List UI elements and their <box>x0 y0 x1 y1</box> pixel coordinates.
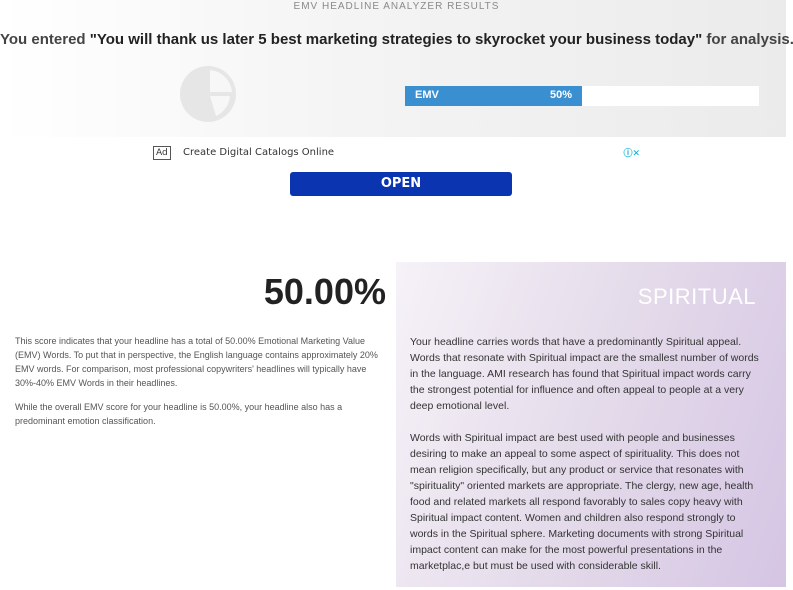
score-description: This score indicates that your headline … <box>15 334 385 438</box>
ad-open-button[interactable]: OPEN <box>290 172 512 196</box>
score-paragraph: While the overall EMV score for your hea… <box>15 402 343 426</box>
results-header-band <box>0 0 786 137</box>
emv-label: EMV <box>415 89 439 101</box>
pie-chart-icon <box>180 66 236 122</box>
results-title: EMV HEADLINE ANALYZER RESULTS <box>293 1 500 12</box>
emotion-paragraph: Your headline carries words that have a … <box>410 336 759 412</box>
ad-text[interactable]: Create Digital Catalogs Online <box>183 147 334 158</box>
entered-headline: You entered "You will thank us later 5 b… <box>0 31 793 48</box>
ad-banner[interactable]: Ad Create Digital Catalogs Online ⓘ✕ <box>153 146 640 162</box>
headline-text: "You will thank us later 5 best marketin… <box>89 31 703 48</box>
adchoices-close-icon[interactable]: ⓘ✕ <box>623 146 640 159</box>
entered-prefix: You entered <box>0 31 90 48</box>
entered-suffix: for analysis. <box>702 31 793 48</box>
emv-percent: 50% <box>550 89 573 101</box>
emotion-description: Your headline carries words that have a … <box>410 334 766 590</box>
emotion-title: SPIRITUAL <box>637 284 756 309</box>
emv-progress-bar: EMV 50% <box>405 86 759 106</box>
emv-score-value: 50.00% <box>263 271 386 312</box>
ad-badge: Ad <box>153 146 171 160</box>
emotion-paragraph: Words with Spiritual impact are best use… <box>410 432 754 572</box>
score-paragraph: This score indicates that your headline … <box>15 336 378 388</box>
emotion-panel: SPIRITUAL Your headline carries words th… <box>396 262 786 587</box>
